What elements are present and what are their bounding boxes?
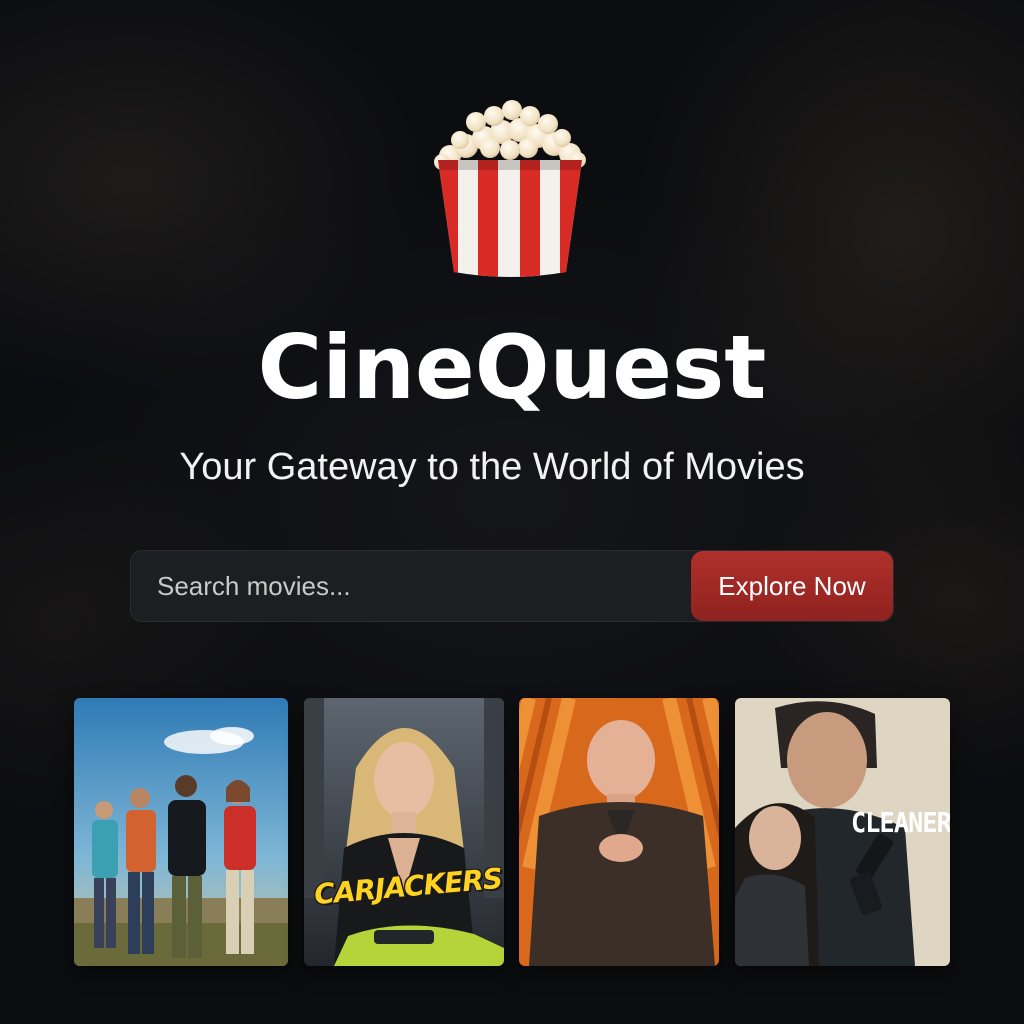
search-bar: Explore Now	[130, 550, 894, 622]
movie-poster[interactable]	[74, 698, 288, 966]
poster-image	[519, 698, 719, 966]
poster-image	[74, 698, 288, 966]
movie-poster-cleaner[interactable]: CLEANER	[735, 698, 950, 966]
poster-image	[304, 698, 504, 966]
landing-page: CineQuest Your Gateway to the World of M…	[0, 0, 1024, 1024]
popcorn-bucket-icon	[432, 100, 588, 280]
poster-title: CLEANER	[851, 806, 950, 839]
movie-poster-carjackers[interactable]: CARJACKERS	[304, 698, 504, 966]
tagline: Your Gateway to the World of Movies	[179, 446, 805, 488]
search-input[interactable]	[131, 551, 691, 621]
explore-now-button[interactable]: Explore Now	[691, 551, 893, 621]
movie-poster[interactable]	[519, 698, 719, 966]
brand-title: CineQuest	[257, 316, 767, 419]
